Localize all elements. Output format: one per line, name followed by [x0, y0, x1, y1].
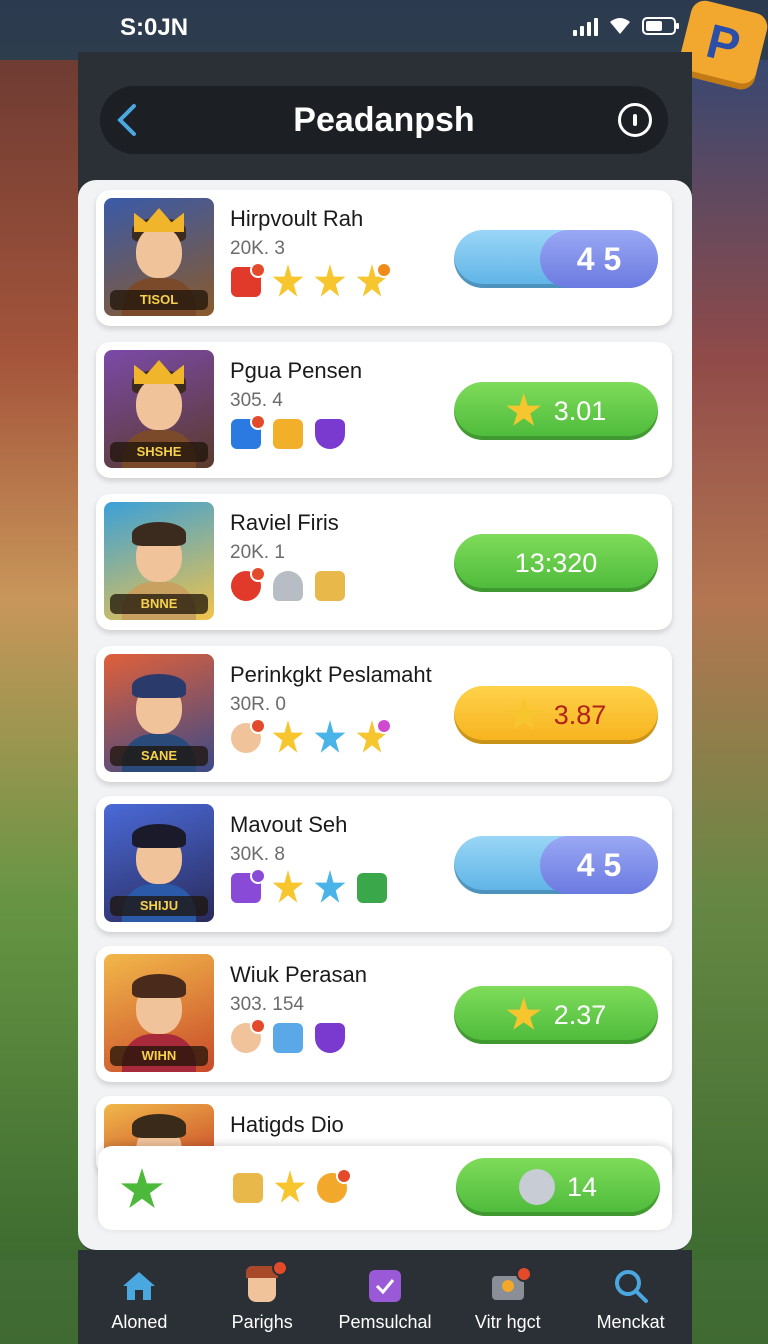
battery-icon — [642, 17, 679, 35]
check-box-icon — [368, 1270, 401, 1302]
player-name: Hirpvoult Rah — [230, 206, 364, 231]
footer-pill-button[interactable]: 14 — [456, 1158, 660, 1216]
status-time: S:0JN — [120, 14, 189, 41]
player-score: 303. 154 — [230, 994, 304, 1015]
player-score: 30R. 0 — [230, 694, 286, 715]
nav-item-chest[interactable]: Vitr hgct — [447, 1250, 569, 1333]
list-item[interactable]: SANE Perinkgkt Peslamaht 30R. 0 3.87 — [96, 646, 672, 782]
player-avatar: SANE — [104, 654, 214, 772]
grey-shoe-icon — [272, 570, 304, 602]
green-star-icon — [120, 1168, 164, 1212]
star-icon — [356, 718, 392, 754]
background-left-scene — [0, 60, 90, 1260]
list-item[interactable]: SHIJU Mavout Seh 30K. 8 4 5 — [96, 796, 672, 932]
face-icon — [230, 718, 266, 754]
star-icon — [272, 870, 304, 904]
player-name: Perinkgkt Peslamaht — [230, 662, 432, 687]
footer-card: 14 — [98, 1146, 672, 1230]
purple-check-icon — [230, 868, 266, 904]
player-score: 305. 4 — [230, 390, 283, 411]
home-icon — [123, 1272, 156, 1300]
player-avatar: SHSHE — [104, 350, 214, 468]
nav-item-profile[interactable]: Parighs — [201, 1250, 323, 1333]
star-icon — [506, 697, 541, 730]
nav-item-search[interactable]: Menckat — [570, 1250, 692, 1333]
score-button[interactable]: 3.01 — [454, 382, 658, 440]
player-avatar: SHIJU — [104, 804, 214, 922]
blue-gift-icon — [272, 1022, 304, 1054]
player-score: 20K. 3 — [230, 238, 285, 259]
blue-star-icon — [314, 720, 346, 754]
player-avatar: TISOL — [104, 198, 214, 316]
star-icon — [272, 264, 304, 298]
list-item[interactable]: BNNE Raviel Firis 20K. 1 13:320 — [96, 494, 672, 630]
list-item[interactable]: TISOL Hirpvoult Rah 20K. 3 4 5 — [96, 190, 672, 326]
wifi-icon — [610, 18, 630, 34]
nav-item-checklist[interactable]: Pemsulchal — [324, 1250, 446, 1333]
blue-box-icon — [230, 414, 266, 450]
info-button[interactable] — [618, 103, 652, 137]
header-bar: Peadanpsh — [100, 86, 668, 154]
red-target-icon — [230, 566, 266, 602]
list-item[interactable]: SHSHE Pgua Pensen 305. 4 3.01 — [96, 342, 672, 478]
score-toggle[interactable]: 4 5 — [454, 836, 658, 894]
status-bar: S:0JN — [0, 0, 768, 56]
gold-coin-icon — [316, 1168, 352, 1204]
purple-gem-icon — [314, 1022, 346, 1054]
player-name: Pgua Pensen — [230, 358, 363, 383]
score-toggle[interactable]: 4 5 — [454, 230, 658, 288]
background-right-scene — [688, 60, 768, 1260]
score-button[interactable]: 3.87 — [454, 686, 658, 744]
player-avatar: WIHN — [104, 954, 214, 1072]
money-icon — [356, 872, 388, 904]
face-icon — [230, 1018, 266, 1054]
score-button[interactable]: 2.37 — [454, 986, 658, 1044]
player-score: 20K. 1 — [230, 542, 285, 563]
yellow-box-icon — [272, 418, 304, 450]
chest-icon — [488, 1266, 532, 1306]
player-avatar: BNNE — [104, 502, 214, 620]
leaderboard-list: TISOL Hirpvoult Rah 20K. 3 4 5 SHSHE Pgu… — [78, 180, 692, 1250]
gold-block-icon — [314, 570, 346, 602]
profile-icon — [242, 1260, 289, 1306]
nav-item-home[interactable]: Aloned — [78, 1250, 200, 1333]
signal-icon — [573, 16, 598, 36]
player-name: Hatigds Dio — [230, 1112, 344, 1137]
red-box-icon — [230, 262, 266, 298]
star-icon — [314, 264, 346, 298]
star-icon — [506, 393, 541, 426]
score-button[interactable]: 13:320 — [454, 534, 658, 592]
clock-icon — [518, 1169, 555, 1205]
page-title: Peadanpsh — [293, 101, 475, 139]
player-name: Wiuk Perasan — [230, 962, 367, 987]
player-score: 30K. 8 — [230, 844, 285, 865]
star-icon — [356, 262, 392, 298]
gold-block-icon — [232, 1172, 264, 1204]
player-name: Raviel Firis — [230, 510, 339, 535]
list-item[interactable]: WIHN Wiuk Perasan 303. 154 2.37 — [96, 946, 672, 1082]
purple-gem-icon — [314, 418, 346, 450]
star-icon — [272, 720, 304, 754]
star-icon — [506, 997, 541, 1030]
blue-star-icon — [314, 870, 346, 904]
search-icon — [614, 1270, 648, 1303]
player-name: Mavout Seh — [230, 812, 348, 837]
bottom-nav: Aloned Parighs Pemsulchal Vitr hgct Menc… — [78, 1250, 692, 1344]
star-icon — [274, 1170, 306, 1204]
